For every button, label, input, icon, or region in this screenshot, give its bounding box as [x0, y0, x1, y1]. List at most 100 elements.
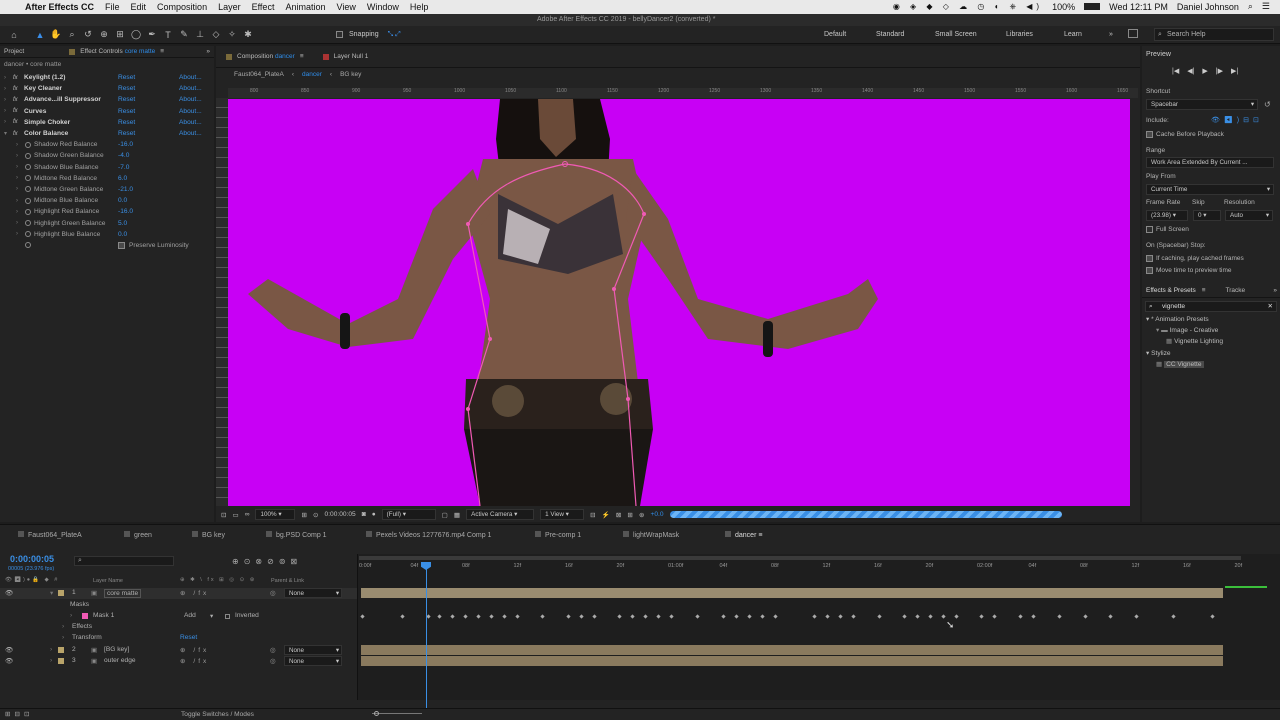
tab-effect-controls[interactable]: Effect Controls core matte: [80, 48, 155, 55]
layer-expand-icon[interactable]: ›: [50, 646, 52, 653]
selection-tool-icon[interactable]: ▲: [32, 27, 48, 43]
panel-expand-icon[interactable]: »: [206, 48, 210, 55]
layer-name[interactable]: [BG key]: [104, 646, 129, 653]
effect-row[interactable]: › fx Curves Reset About...: [0, 106, 214, 117]
tab-project[interactable]: Project: [4, 48, 24, 55]
param-value[interactable]: 6.0: [118, 175, 127, 182]
stopwatch-icon[interactable]: [25, 220, 31, 227]
magnification-select[interactable]: 100% ▾: [255, 509, 296, 520]
mask-mode-select[interactable]: Add: [184, 612, 196, 619]
inverted-checkbox[interactable]: [225, 614, 230, 619]
expand-triangle-icon[interactable]: ›: [16, 209, 18, 215]
effect-about-button[interactable]: About...: [179, 130, 202, 137]
eraser-tool-icon[interactable]: ◇: [208, 27, 224, 43]
mask-vertex[interactable]: [642, 212, 646, 216]
zoom-slider[interactable]: [362, 709, 422, 716]
parent-pickwhip-icon[interactable]: ◎: [270, 657, 276, 665]
layer-expand-icon[interactable]: ›: [50, 657, 52, 664]
layer-duration-bar[interactable]: [361, 656, 1223, 666]
label-color-swatch[interactable]: [58, 590, 64, 596]
snapping-toggle[interactable]: Snapping ⤡ ⤢: [336, 31, 401, 39]
mask-vertex[interactable]: [626, 397, 630, 401]
camera-tool-icon[interactable]: ⊕: [96, 27, 112, 43]
clear-search-icon[interactable]: ✕: [1267, 302, 1273, 311]
layer-name[interactable]: outer edge: [104, 657, 136, 664]
fx-toggle-icon[interactable]: fx: [13, 119, 18, 125]
menu-file[interactable]: File: [105, 2, 120, 12]
menu-layer[interactable]: Layer: [218, 2, 241, 12]
brush-tool-icon[interactable]: ✎: [176, 27, 192, 43]
next-frame-icon[interactable]: |▶: [1216, 67, 1223, 75]
effects-expand-icon[interactable]: »: [1273, 287, 1277, 294]
current-time-display[interactable]: 0:00:00:05: [325, 511, 356, 518]
snapshot-icon[interactable]: ◙: [362, 511, 366, 518]
composition-viewer[interactable]: [228, 99, 1130, 506]
workspace-default[interactable]: Default: [824, 31, 846, 38]
timeline-tab[interactable]: BG key: [192, 531, 225, 539]
move-time-row[interactable]: Move time to preview time: [1146, 267, 1232, 274]
skip-select[interactable]: 0 ▾: [1193, 210, 1221, 221]
effect-about-button[interactable]: About...: [179, 96, 202, 103]
layer-switch-icons[interactable]: ⊕ /fx: [180, 646, 209, 654]
effect-row[interactable]: › fx Advance...ill Suppressor Reset About...: [0, 94, 214, 105]
cache-checkbox[interactable]: [1146, 131, 1153, 138]
preview-resolution-select[interactable]: Auto ▾: [1225, 210, 1273, 221]
effects-tab-menu-icon[interactable]: ≡: [1202, 287, 1206, 294]
layer-row[interactable]: 👁 › 3 ▣ outer edge ⊕ /fx ◎ None ▾: [0, 656, 357, 667]
timeline-tab[interactable]: Pre-comp 1: [535, 531, 581, 539]
stopwatch-icon[interactable]: [25, 152, 31, 159]
move-time-checkbox[interactable]: [1146, 267, 1153, 274]
transparency-grid-icon[interactable]: ▦: [454, 511, 460, 519]
workspace-layout-icon[interactable]: [1128, 29, 1138, 38]
layer-duration-bar[interactable]: [361, 588, 1223, 598]
menu-list-icon[interactable]: ☰: [1262, 1, 1270, 12]
fx-toggle-icon[interactable]: fx: [13, 131, 18, 137]
timeline-timecode[interactable]: 0:00:00:05: [10, 554, 54, 564]
property-row[interactable]: Mask 1 › Add ▾ Inverted: [0, 611, 357, 622]
user-name[interactable]: Daniel Johnson: [1177, 2, 1239, 12]
expand-triangle-icon[interactable]: ›: [4, 108, 6, 114]
menu-window[interactable]: Window: [367, 2, 399, 12]
effects-expand-icon[interactable]: ›: [62, 623, 64, 630]
rotate-tool-icon[interactable]: ↺: [80, 27, 96, 43]
expand-triangle-icon[interactable]: ›: [16, 186, 18, 192]
effect-reset-button[interactable]: Reset: [118, 74, 135, 81]
region-of-interest-icon[interactable]: ▢: [442, 511, 448, 519]
footer-icons[interactable]: ⊞⊟⊡: [5, 710, 34, 718]
col-layer-name[interactable]: Layer Name: [93, 578, 123, 584]
snapping-checkbox[interactable]: [336, 31, 343, 38]
label-color-swatch[interactable]: [58, 647, 64, 653]
workspace-libraries[interactable]: Libraries: [1006, 31, 1033, 38]
effect-row[interactable]: › fx Keylight (1.2) Reset About...: [0, 72, 214, 83]
expand-triangle-icon[interactable]: ›: [4, 86, 6, 92]
effect-row[interactable]: ▾ fx Color Balance Reset About...: [0, 128, 214, 139]
menu-view[interactable]: View: [336, 2, 355, 12]
crumb-dancer[interactable]: dancer: [302, 71, 322, 78]
status-icons[interactable]: ◉ ◈ ◆ ◇ ☁ ◷ ◐ ⎈ ◀): [893, 2, 1043, 12]
clone-stamp-tool-icon[interactable]: ⊥: [192, 27, 208, 43]
effects-tree-item[interactable]: ▦ Vignette Lighting: [1142, 337, 1280, 348]
menu-help[interactable]: Help: [410, 2, 429, 12]
play-from-select[interactable]: Current Time ▾: [1146, 184, 1274, 195]
search-help-input[interactable]: ⌕ Search Help: [1154, 28, 1274, 41]
expand-triangle-icon[interactable]: ›: [16, 164, 18, 170]
expand-triangle-icon[interactable]: ›: [4, 119, 6, 125]
fx-toggle-icon[interactable]: fx: [13, 75, 18, 81]
cache-before-row[interactable]: Cache Before Playback: [1146, 131, 1224, 138]
zoom-tool-icon[interactable]: ⌕: [64, 27, 80, 43]
label-color-swatch[interactable]: [58, 658, 64, 664]
pen-tool-icon[interactable]: ✒: [144, 27, 160, 43]
menu-composition[interactable]: Composition: [157, 2, 207, 12]
tab-menu-icon[interactable]: ≡: [160, 48, 164, 55]
tab-tracker[interactable]: Tracke: [1226, 287, 1246, 294]
layer-expand-icon[interactable]: ▾: [50, 589, 53, 597]
snap-options-icon[interactable]: ⤡ ⤢: [388, 31, 401, 39]
current-time-indicator[interactable]: [426, 562, 427, 712]
first-frame-icon[interactable]: |◀: [1172, 67, 1179, 75]
if-caching-checkbox[interactable]: [1146, 255, 1153, 262]
reset-shortcut-icon[interactable]: ↺: [1264, 100, 1271, 109]
property-row[interactable]: Effects ›: [0, 622, 357, 633]
full-screen-checkbox[interactable]: [1146, 226, 1153, 233]
exposure-value[interactable]: +0.0: [650, 511, 663, 518]
timeline-tab-menu-icon[interactable]: ≡: [756, 532, 762, 539]
